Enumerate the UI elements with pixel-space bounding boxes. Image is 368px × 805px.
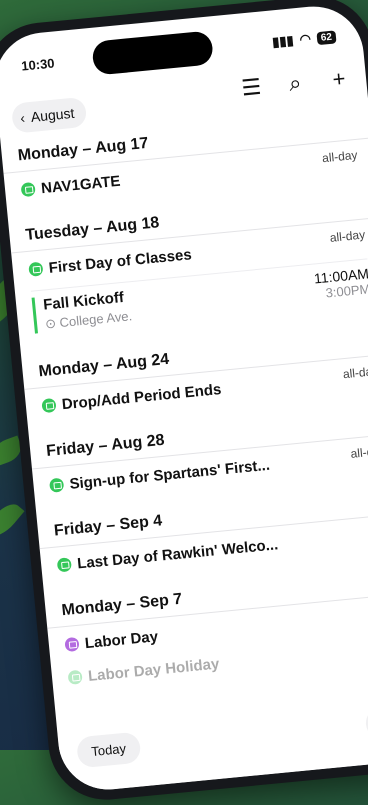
event-title: Drop/Add Period Ends [61, 381, 223, 414]
event-title: Labor Day [84, 628, 159, 653]
all-day-label: all-day [349, 443, 368, 461]
phone-screen: 10:30 ▮▮▮ ◠ 62 ‹ August ☰ ⌕ + Monday – A… [0, 2, 368, 794]
all-day-label: all-day [342, 363, 368, 382]
location-pin-icon: ⊙ [44, 315, 57, 332]
bottom-bar: Today ▭ [56, 688, 368, 794]
add-event-icon[interactable]: + [325, 65, 353, 93]
calendar-icon [56, 557, 72, 573]
status-icons: ▮▮▮ ◠ 62 [272, 28, 337, 50]
calendar-icon [49, 477, 65, 493]
event-list[interactable]: Monday – Aug 17 NAV1GATE all-day Tuesday… [1, 113, 368, 695]
background-leaf [0, 498, 25, 542]
event-title: Sign-up for Spartans' First... [68, 456, 271, 493]
status-time: 10:30 [20, 55, 56, 74]
all-day-label: all-day [329, 227, 366, 245]
calendar-icon [20, 181, 36, 198]
calendar-icon [67, 669, 83, 685]
signal-icon: ▮▮▮ [271, 32, 295, 50]
all-day-label: all-day [321, 147, 359, 166]
toolbar: ☰ ⌕ + [237, 65, 353, 102]
inbox-button[interactable]: ▭ [364, 704, 368, 741]
holiday-icon [64, 636, 80, 653]
phone-frame: 10:30 ▮▮▮ ◠ 62 ‹ August ☰ ⌕ + Monday – A… [0, 0, 368, 805]
event-title: Labor Day Holiday [87, 655, 221, 686]
chevron-left-icon: ‹ [19, 109, 26, 126]
wifi-icon: ◠ [298, 30, 312, 47]
battery-icon: 62 [316, 29, 337, 45]
event-title: Last Day of Rawkin' Welco... [76, 536, 279, 573]
search-icon[interactable]: ⌕ [281, 69, 309, 97]
event-times: 11:00AM 3:00PM [313, 265, 368, 301]
event-title: NAV1GATE [40, 172, 122, 198]
calendar-icon [28, 261, 44, 277]
event-title: First Day of Classes [48, 246, 193, 277]
calendar-icon [41, 397, 57, 414]
back-button[interactable]: ‹ August [10, 96, 88, 134]
back-label: August [30, 104, 76, 125]
list-view-icon[interactable]: ☰ [237, 74, 265, 102]
